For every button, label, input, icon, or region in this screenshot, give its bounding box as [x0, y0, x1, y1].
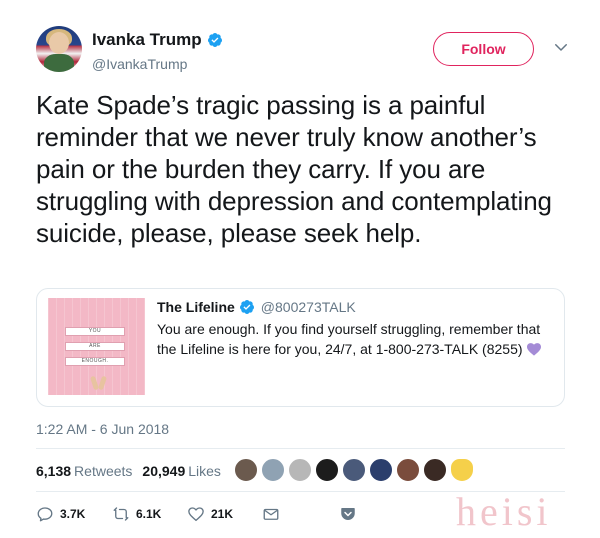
save-button[interactable] [339, 505, 357, 523]
retweet-count: 6.1K [136, 507, 162, 521]
retweets-stat[interactable]: 6,138 Retweets [36, 463, 132, 479]
purple-heart-icon [527, 343, 542, 356]
quoted-tweet-text: You are enough. If you find yourself str… [157, 319, 557, 359]
liker-avatar[interactable] [423, 458, 447, 482]
author-names: Ivanka Trump @IvankaTrump [92, 30, 223, 72]
liker-avatar[interactable] [261, 458, 285, 482]
direct-message-button[interactable] [262, 505, 280, 523]
tweet-timestamp[interactable]: 1:22 AM - 6 Jun 2018 [36, 421, 169, 437]
divider [36, 448, 565, 449]
quoted-display-name: The Lifeline [157, 299, 235, 315]
liker-avatar[interactable] [342, 458, 366, 482]
verified-badge-icon [207, 33, 222, 47]
follow-button[interactable]: Follow [433, 32, 534, 66]
reply-icon [37, 507, 53, 522]
tweet-stats: 6,138 Retweets 20,949 Likes [36, 463, 221, 479]
liker-avatar[interactable] [234, 458, 258, 482]
author-avatar[interactable] [36, 26, 82, 72]
watermark: heisi [456, 489, 552, 534]
likes-stat[interactable]: 20,949 Likes [142, 463, 221, 479]
reply-count: 3.7K [60, 507, 86, 521]
liker-avatar[interactable] [288, 458, 312, 482]
liker-avatar[interactable] [396, 458, 420, 482]
liker-avatar[interactable] [369, 458, 393, 482]
quoted-tweet-header: The Lifeline @800273TALK [157, 299, 356, 315]
avatar-body [44, 54, 74, 72]
image-sign: ARE [65, 342, 125, 351]
quoted-handle: @800273TALK [260, 299, 356, 315]
liker-avatar[interactable] [315, 458, 339, 482]
quoted-tweet-card[interactable]: YOU ARE ENOUGH. The Lifeline @800273TALK… [36, 288, 565, 407]
image-feet [89, 375, 108, 392]
author-display-name[interactable]: Ivanka Trump [92, 30, 202, 50]
tweet-text: Kate Spade’s tragic passing is a painful… [36, 90, 552, 248]
like-button[interactable]: 21K [187, 505, 233, 523]
chevron-down-icon[interactable] [552, 38, 570, 56]
author-handle[interactable]: @IvankaTrump [92, 56, 223, 72]
liker-avatar[interactable] [450, 458, 474, 482]
heart-icon [188, 507, 204, 522]
reply-button[interactable]: 3.7K [36, 505, 85, 523]
like-count: 21K [211, 507, 234, 521]
tweet-header: Ivanka Trump @IvankaTrump Follow [36, 26, 576, 76]
avatar-face [49, 32, 69, 54]
verified-badge-icon [239, 300, 254, 314]
quoted-tweet-image[interactable]: YOU ARE ENOUGH. [48, 298, 145, 395]
pocket-icon [341, 508, 355, 520]
envelope-icon [263, 508, 279, 520]
retweet-button[interactable]: 6.1K [112, 505, 161, 523]
tweet-actions: 3.7K 6.1K 21K [36, 505, 366, 527]
image-sign: YOU [65, 327, 125, 336]
image-sign: ENOUGH. [65, 357, 125, 366]
retweet-icon [113, 507, 129, 521]
